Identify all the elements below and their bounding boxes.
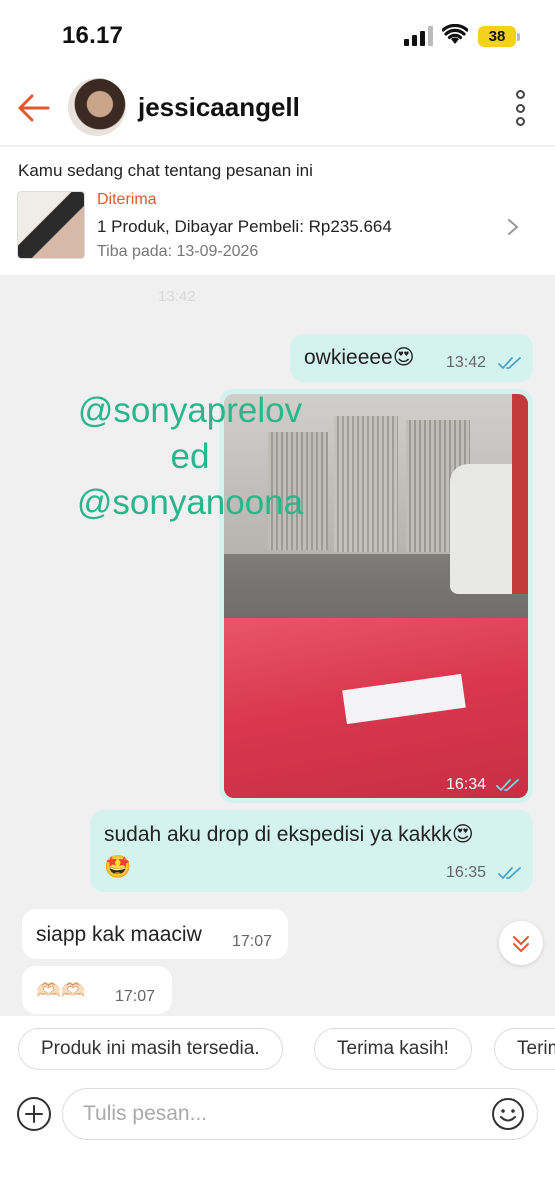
watermark: @sonyaprelov ed @sonyanoona bbox=[76, 391, 304, 522]
faded-timestamp: 13:42 bbox=[158, 288, 196, 305]
message-time: 17:07 bbox=[232, 933, 273, 950]
order-card[interactable]: Kamu sedang chat tentang pesanan ini Dit… bbox=[0, 147, 555, 275]
order-intro-text: Kamu sedang chat tentang pesanan ini bbox=[18, 161, 313, 180]
order-status: Diterima bbox=[97, 191, 157, 208]
message-incoming[interactable]: 🫶🏻🫶🏻 17:07 bbox=[22, 966, 172, 1014]
read-ticks-icon bbox=[498, 867, 521, 880]
message-outgoing[interactable]: sudah aku drop di ekspedisi ya kakkk😍 🤩 … bbox=[90, 810, 533, 892]
message-time: 17:07 bbox=[115, 988, 156, 1005]
wifi-icon bbox=[442, 24, 468, 44]
chat-header: jessicaangell bbox=[0, 70, 555, 146]
quick-replies-bar: Produk ini masih tersedia. Terima kasih!… bbox=[0, 1016, 555, 1086]
message-outgoing[interactable]: owkieeee😍 13:42 bbox=[290, 334, 533, 382]
cellular-signal-icon bbox=[404, 26, 433, 46]
product-thumbnail bbox=[17, 191, 85, 259]
read-ticks-icon bbox=[496, 779, 519, 792]
message-text: owkieeee😍 bbox=[304, 346, 415, 369]
order-detail: 1 Produk, Dibayar Pembeli: Rp235.664 bbox=[97, 217, 392, 236]
quick-reply-chip[interactable]: Terim bbox=[494, 1028, 555, 1070]
add-attachment-icon[interactable] bbox=[16, 1096, 52, 1132]
message-time: 13:42 bbox=[446, 354, 487, 371]
quick-reply-chip[interactable]: Terima kasih! bbox=[314, 1028, 472, 1070]
read-ticks-icon bbox=[498, 357, 521, 370]
back-arrow-icon[interactable] bbox=[14, 88, 54, 128]
status-bar: 16.17 38 bbox=[0, 0, 555, 70]
battery-indicator: 38 bbox=[478, 26, 516, 47]
more-options-icon[interactable] bbox=[508, 88, 532, 128]
message-text: siapp kak maaciw bbox=[36, 923, 202, 946]
contact-name[interactable]: jessicaangell bbox=[138, 92, 300, 123]
message-text: sudah aku drop di ekspedisi ya kakkk😍 bbox=[104, 823, 474, 846]
status-time: 16.17 bbox=[62, 22, 124, 49]
avatar[interactable] bbox=[68, 78, 126, 136]
image-message-time: 16:34 bbox=[446, 776, 487, 793]
emoji-picker-icon[interactable] bbox=[491, 1097, 525, 1131]
message-input[interactable] bbox=[62, 1088, 538, 1140]
message-input-bar bbox=[0, 1086, 555, 1200]
quick-reply-chip[interactable]: Produk ini masih tersedia. bbox=[18, 1028, 283, 1070]
message-incoming[interactable]: siapp kak maaciw 17:07 bbox=[22, 909, 288, 959]
order-arrival: Tiba pada: 13-09-2026 bbox=[97, 243, 259, 260]
chevron-right-icon[interactable] bbox=[505, 217, 521, 237]
scroll-down-icon[interactable] bbox=[499, 921, 543, 965]
message-text: 🫶🏻🫶🏻 bbox=[36, 980, 86, 1002]
message-time: 16:35 bbox=[446, 864, 487, 881]
message-emoji: 🤩 bbox=[104, 854, 132, 879]
battery-tip bbox=[517, 33, 520, 41]
